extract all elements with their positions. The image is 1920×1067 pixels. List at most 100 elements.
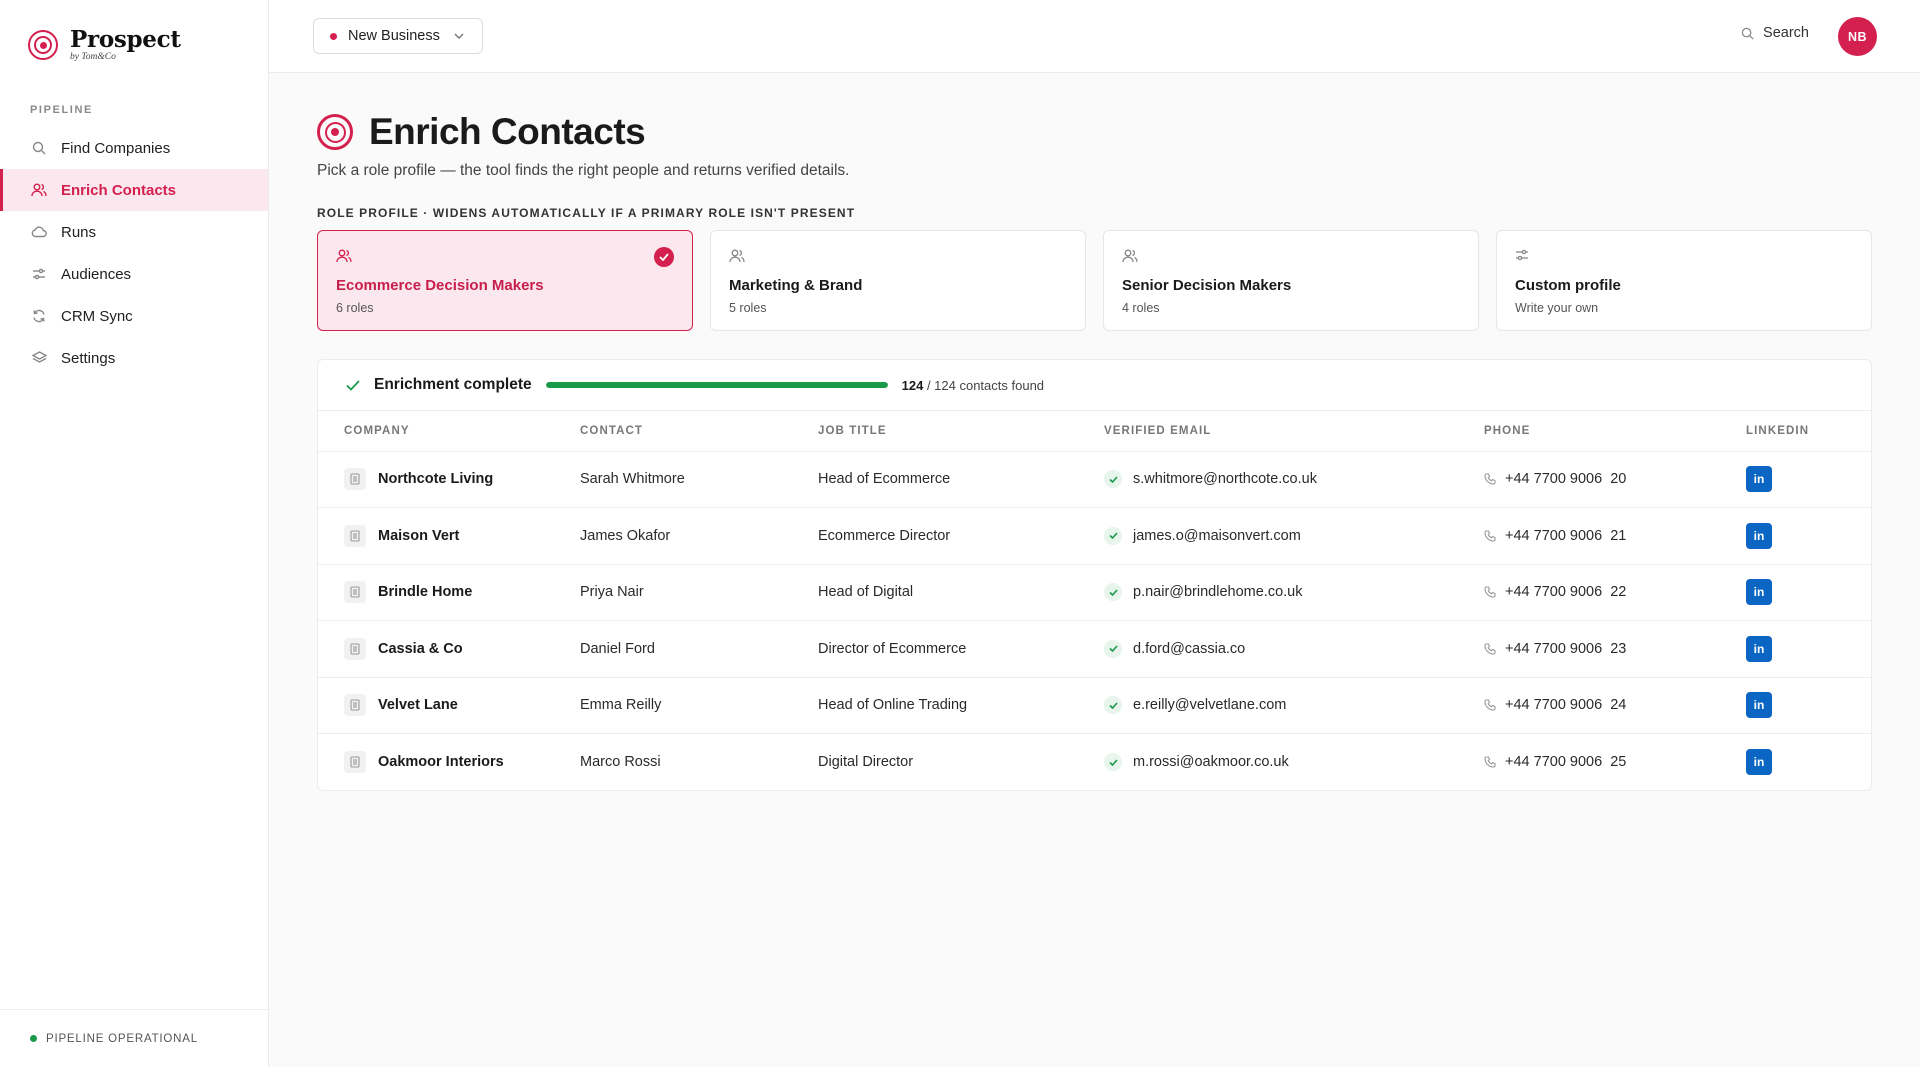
building-icon	[344, 524, 366, 547]
verified-email[interactable]: s.whitmore@northcote.co.uk	[1133, 471, 1317, 487]
column-header-verified-email[interactable]: VERIFIED EMAIL	[1104, 411, 1484, 452]
email-cell: m.rossi@oakmoor.co.uk	[1104, 753, 1484, 771]
verified-check-icon	[1104, 470, 1122, 489]
company-name[interactable]: Maison Vert	[378, 528, 459, 544]
brand-logo[interactable]: Prospect by Tom&Co	[28, 28, 181, 63]
job-title: Director of Ecommerce	[818, 640, 967, 657]
linkedin-icon[interactable]: in	[1746, 635, 1772, 662]
column-header-company[interactable]: COMPANY	[318, 411, 580, 452]
phone-number[interactable]: +44 7700 9006 25	[1505, 754, 1626, 770]
building-icon	[344, 637, 366, 660]
table-row[interactable]: Oakmoor Interiors Marco Rossi Digital Dire…	[318, 734, 1871, 791]
phone-cell: +44 7700 9006 22	[1484, 584, 1746, 600]
company-name[interactable]: Oakmoor Interiors	[378, 754, 504, 770]
linkedin-icon[interactable]: in	[1746, 466, 1772, 493]
company-cell: Cassia & Co	[344, 637, 580, 660]
table-row[interactable]: Northcote Living Sarah Whitmore Head of Ec…	[318, 451, 1871, 508]
contact-name: Marco Rossi	[580, 754, 661, 770]
role-card-marketing-brand[interactable]: Marketing & Brand 5 roles	[710, 230, 1086, 331]
building-icon	[344, 751, 366, 773]
nav-section-label: PIPELINE	[30, 104, 93, 116]
sidebar-item-runs[interactable]: Runs	[0, 211, 268, 253]
verified-check-icon	[1104, 639, 1122, 658]
company-name[interactable]: Velvet Lane	[378, 697, 458, 713]
check-icon	[346, 379, 360, 391]
column-header-job-title[interactable]: JOB TITLE	[818, 411, 1104, 452]
verified-email[interactable]: m.rossi@oakmoor.co.uk	[1133, 754, 1289, 770]
company-cell: Velvet Lane	[344, 694, 580, 717]
table-row[interactable]: Cassia & Co Daniel Ford Director of Ecomme…	[318, 620, 1871, 678]
page-subtitle: Pick a role profile — the tool finds the…	[317, 162, 850, 179]
table-row[interactable]: Brindle Home Priya Nair Head of Digital p.n…	[318, 564, 1871, 621]
verified-email[interactable]: e.reilly@velvetlane.com	[1133, 697, 1286, 713]
column-header-linkedin[interactable]: LINKEDIN	[1746, 411, 1871, 452]
sidebar-item-find-companies[interactable]: Find Companies	[0, 127, 268, 169]
progress-bar	[545, 382, 888, 388]
sidebar-item-crm-sync[interactable]: CRM Sync	[0, 295, 268, 337]
workspace-selector[interactable]: New Business	[313, 18, 483, 54]
search-button[interactable]: Search	[1741, 25, 1809, 41]
company-name[interactable]: Brindle Home	[378, 584, 472, 600]
phone-number[interactable]: +44 7700 9006 20	[1505, 471, 1626, 487]
table-row[interactable]: Velvet Lane Emma Reilly Head of Online Tra…	[318, 677, 1871, 734]
contact-name: Emma Reilly	[580, 697, 662, 714]
progress-bar-fill	[545, 382, 888, 388]
verified-check-icon	[1104, 583, 1122, 602]
role-card-senior-decision-makers[interactable]: Senior Decision Makers 4 roles	[1103, 230, 1479, 331]
chevron-down-icon	[454, 33, 464, 39]
verified-email[interactable]: james.o@maisonvert.com	[1133, 528, 1301, 544]
role-card-ecommerce-decision-makers[interactable]: Ecommerce Decision Makers 6 roles	[317, 230, 693, 331]
pipeline-status: PIPELINE OPERATIONAL	[0, 1009, 268, 1067]
contact-name: Daniel Ford	[580, 640, 655, 657]
role-card-title: Ecommerce Decision Makers	[336, 277, 544, 294]
phone-icon	[1484, 530, 1496, 542]
search-icon	[1741, 27, 1754, 40]
sidebar-item-label: Runs	[61, 223, 97, 241]
workspace-dot-icon	[330, 32, 337, 40]
linkedin-icon[interactable]: in	[1746, 579, 1772, 606]
role-card-title: Marketing & Brand	[729, 277, 863, 294]
target-logo-icon	[28, 30, 58, 61]
phone-number[interactable]: +44 7700 9006 22	[1505, 584, 1626, 600]
sidebar-item-settings[interactable]: Settings	[0, 337, 268, 379]
sliders-icon	[31, 266, 47, 282]
sidebar-item-label: Enrich Contacts	[61, 181, 177, 199]
contacts-found-count: 124 / 124 contacts found	[902, 378, 1044, 393]
phone-number[interactable]: +44 7700 9006 21	[1505, 528, 1626, 544]
phone-number[interactable]: +44 7700 9006 23	[1505, 641, 1626, 657]
linkedin-icon[interactable]: in	[1746, 522, 1772, 549]
user-avatar[interactable]: NB	[1838, 17, 1877, 56]
column-header-phone[interactable]: PHONE	[1484, 411, 1746, 452]
company-cell: Oakmoor Interiors	[344, 751, 580, 773]
phone-icon	[1484, 586, 1496, 598]
table-row[interactable]: Maison Vert James Okafor Ecommerce Directo…	[318, 507, 1871, 565]
sidebar-item-enrich-contacts[interactable]: Enrich Contacts	[0, 169, 268, 211]
linkedin-icon[interactable]: in	[1746, 692, 1772, 719]
building-icon	[344, 581, 366, 604]
sidebar-item-label: Settings	[61, 349, 116, 367]
verified-email[interactable]: p.nair@brindlehome.co.uk	[1133, 584, 1302, 600]
sidebar-item-audiences[interactable]: Audiences	[0, 253, 268, 295]
found-count: 124	[901, 377, 924, 393]
email-cell: p.nair@brindlehome.co.uk	[1104, 583, 1484, 602]
contacts-table: COMPANY CONTACT JOB TITLE VERIFIED EMAIL…	[318, 411, 1871, 790]
company-name[interactable]: Northcote Living	[378, 471, 493, 487]
users-icon	[336, 249, 674, 265]
progress-label: Enrichment complete	[374, 376, 532, 393]
phone-icon	[1484, 699, 1496, 711]
role-card-custom-profile[interactable]: Custom profile Write your own	[1496, 230, 1872, 331]
company-name[interactable]: Cassia & Co	[378, 641, 463, 657]
role-card-title: Senior Decision Makers	[1122, 277, 1292, 294]
linkedin-icon[interactable]: in	[1746, 749, 1772, 775]
job-title: Digital Director	[818, 754, 914, 770]
email-cell: james.o@maisonvert.com	[1104, 526, 1484, 545]
phone-number[interactable]: +44 7700 9006 24	[1505, 697, 1626, 713]
verified-email[interactable]: d.ford@cassia.co	[1133, 641, 1245, 657]
enrichment-progress: Enrichment complete 124 / 124 contacts f…	[318, 360, 1871, 411]
column-header-contact[interactable]: CONTACT	[580, 411, 818, 452]
found-total: / 124 contacts found	[923, 377, 1045, 393]
sidebar-item-label: CRM Sync	[61, 307, 133, 325]
sidebar-nav: Find Companies Enrich Contacts Runs Audi…	[0, 127, 268, 379]
search-icon	[31, 140, 47, 156]
sidebar-item-label: Audiences	[61, 265, 132, 283]
